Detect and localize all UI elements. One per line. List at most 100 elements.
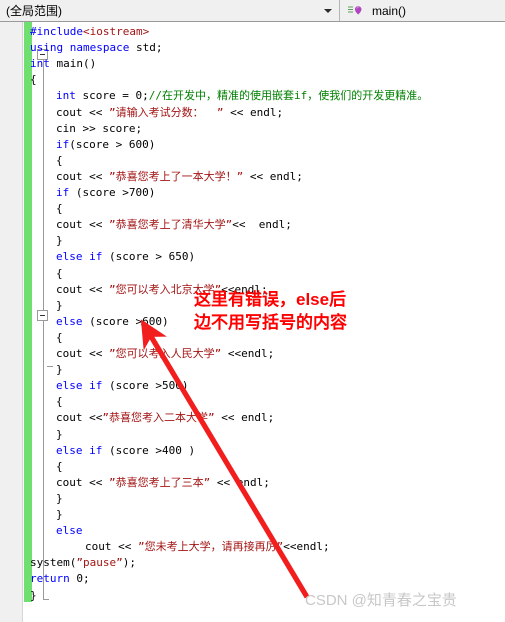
- code-token: cout <<: [56, 169, 109, 183]
- code-token: {: [56, 395, 63, 409]
- code-line: else: [56, 523, 83, 539]
- code-token: ”您未考上大学，请再接再厉”: [137, 540, 284, 554]
- code-token: cout <<: [85, 540, 138, 554]
- code-token: cout <<: [56, 411, 103, 425]
- member-dropdown-label: main(): [372, 3, 407, 18]
- code-token: ”pause”: [76, 556, 123, 570]
- code-token: return: [30, 572, 70, 586]
- code-line: int main(): [30, 56, 96, 72]
- scope-dropdown-label: (全局范围): [6, 4, 62, 18]
- code-token: 0;: [69, 572, 90, 586]
- code-token: <iostream>: [82, 25, 150, 38]
- code-line: else if (score >500): [56, 378, 188, 394]
- code-token: if: [89, 379, 103, 393]
- watermark: CSDN @知青春之宝贵: [305, 592, 457, 609]
- code-token: ”恭喜您考上了清华大学”: [108, 218, 233, 232]
- code-token: cout <<: [56, 475, 109, 489]
- code-token: cout <<: [56, 218, 109, 232]
- code-token: << endl;: [214, 411, 275, 425]
- code-line: }: [56, 427, 63, 443]
- code-token: << endl;: [210, 475, 270, 489]
- code-token: <<endl;: [221, 347, 275, 360]
- code-token: << endl;: [232, 218, 292, 232]
- code-token: int: [30, 57, 50, 71]
- code-token: (score >600): [82, 314, 169, 328]
- code-line: {: [30, 72, 37, 88]
- code-line: #include<iostream>: [30, 24, 149, 40]
- code-token: }: [56, 491, 63, 505]
- annotation-text-line2: 边不用写括号的内容: [194, 313, 347, 332]
- code-token: else: [56, 443, 83, 457]
- code-token: (score > 650): [102, 250, 196, 264]
- code-line: cout << ”恭喜您考上了清华大学”<< endl;: [56, 217, 292, 233]
- code-token: {: [56, 153, 63, 167]
- code-token: #include: [30, 25, 83, 38]
- scope-dropdown[interactable]: (全局范围): [0, 0, 340, 21]
- code-token: <<endl;: [283, 540, 330, 554]
- code-token: ”您可以考入人民大学”: [108, 347, 222, 360]
- code-line: }: [56, 491, 63, 507]
- code-line: using namespace std;: [30, 40, 162, 56]
- code-token: (score >400 ): [102, 443, 196, 457]
- code-line: cout << ”您可以考入人民大学” <<endl;: [56, 346, 274, 362]
- code-line: {: [56, 153, 63, 169]
- code-token: << endl;: [223, 105, 284, 119]
- code-line: {: [56, 330, 63, 346]
- code-token: if: [89, 250, 103, 264]
- code-token: {: [30, 73, 37, 87]
- code-line: }: [56, 298, 63, 314]
- code-token: system(: [30, 556, 77, 570]
- code-line: if(score > 600): [56, 137, 155, 153]
- code-line: cout << ”请输入考试分数： ” << endl;: [56, 105, 283, 121]
- code-token: (score > 600): [69, 137, 156, 151]
- code-line: else if (score >400 ): [56, 443, 195, 459]
- code-token: {: [56, 330, 63, 344]
- code-token: ”恭喜您考上了三本”: [108, 475, 211, 489]
- code-token: cout <<: [56, 347, 109, 360]
- code-token: if: [56, 137, 70, 151]
- code-token: std;: [129, 41, 163, 55]
- code-token: score = 0;: [75, 89, 149, 103]
- code-token: namespace: [69, 41, 130, 55]
- code-token: }: [56, 363, 63, 377]
- code-token: cout <<: [56, 282, 109, 296]
- code-line: cout << ”您未考上大学，请再接再厉”<<endl;: [85, 539, 330, 555]
- code-line: else (score >600): [56, 314, 169, 330]
- code-token: {: [56, 266, 63, 280]
- code-line: system(”pause”);: [30, 555, 136, 571]
- code-line: {: [56, 266, 63, 282]
- code-token: }: [30, 588, 37, 602]
- code-token: using: [30, 41, 64, 55]
- code-line: cout << ”恭喜您考上了三本” << endl;: [56, 475, 270, 491]
- annotation-text-line1: 这里有错误，else后: [194, 290, 347, 309]
- member-dropdown[interactable]: main(): [340, 0, 505, 21]
- navigation-bar: (全局范围) main(): [0, 0, 505, 22]
- code-token: else: [56, 314, 83, 328]
- code-line: cin >> score;: [56, 121, 142, 137]
- code-token: ”恭喜您考上了一本大学！”: [108, 169, 244, 183]
- code-token: if: [56, 186, 70, 199]
- code-token: cin >> score;: [56, 121, 143, 135]
- code-token: (score >700): [69, 186, 156, 199]
- code-token: else: [56, 524, 83, 538]
- code-token: cout <<: [56, 105, 109, 119]
- code-token: {: [56, 459, 63, 473]
- code-token: if: [89, 443, 103, 457]
- code-line: {: [56, 201, 63, 217]
- code-token: }: [56, 234, 63, 248]
- code-token: main(): [49, 57, 97, 71]
- code-token: ”请输入考试分数： ”: [108, 105, 224, 119]
- code-token: }: [56, 298, 63, 312]
- code-token: else: [56, 379, 83, 393]
- code-line: cout << ”恭喜您考上了一本大学！” << endl;: [56, 169, 303, 185]
- code-line: }: [56, 507, 63, 523]
- code-line: cout <<”恭喜您考入二本大学” << endl;: [56, 410, 274, 426]
- code-line: }: [56, 233, 63, 249]
- code-line: {: [56, 394, 63, 410]
- code-line: else if (score > 650): [56, 249, 195, 265]
- code-line: int score = 0;//在开发中，精准的使用嵌套if，使我们的开发更精准…: [56, 88, 428, 104]
- code-line: }: [56, 362, 63, 378]
- code-token: }: [56, 508, 63, 521]
- chevron-down-icon[interactable]: [324, 8, 332, 13]
